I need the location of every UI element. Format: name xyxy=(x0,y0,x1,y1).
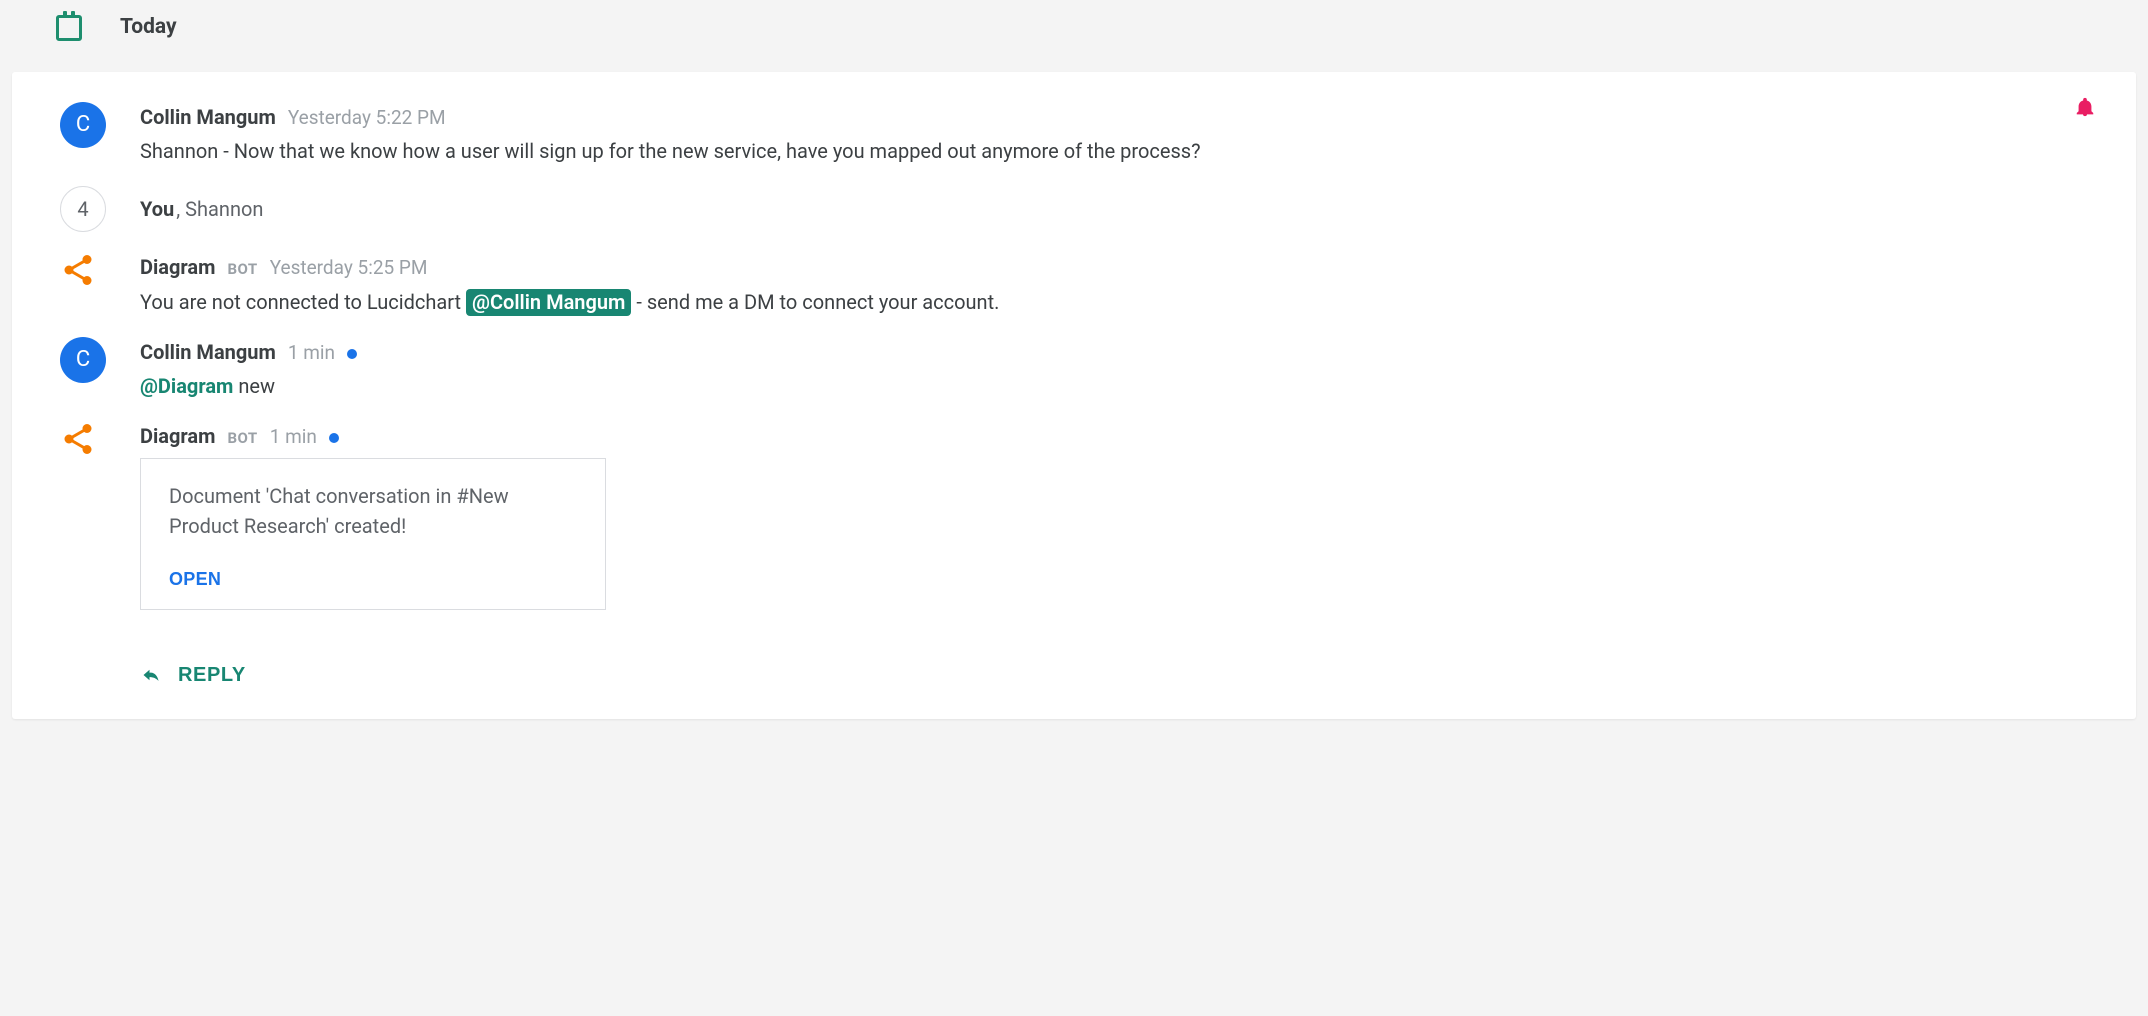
reply-row: REPLY xyxy=(12,628,2136,695)
timestamp: 1 min xyxy=(288,339,335,368)
bot-badge: BOT xyxy=(227,427,257,450)
message-text: Shannon - Now that we know how a user wi… xyxy=(140,136,2088,166)
bot-badge: BOT xyxy=(227,258,257,281)
date-header: Today xyxy=(0,0,2148,56)
timestamp: Yesterday 5:22 PM xyxy=(288,104,446,133)
message-row: C Collin Mangum 1 min @Diagram new xyxy=(12,335,2136,420)
share-icon[interactable] xyxy=(60,252,96,296)
avatar[interactable]: C xyxy=(60,337,106,383)
document-card: Document 'Chat conversation in #New Prod… xyxy=(140,458,606,610)
mention-pill[interactable]: @Collin Mangum xyxy=(466,289,631,316)
open-document-button[interactable]: OPEN xyxy=(169,569,221,590)
new-dot-icon xyxy=(347,349,357,359)
message-text: You are not connected to Lucidchart @Col… xyxy=(140,287,2088,317)
read-you: You xyxy=(140,194,174,224)
avatar[interactable]: C xyxy=(60,102,106,148)
notification-bell-icon[interactable] xyxy=(2074,96,2096,120)
mention-link[interactable]: @Diagram xyxy=(140,374,233,398)
thread-card: C Collin Mangum Yesterday 5:22 PM Shanno… xyxy=(12,72,2136,719)
avatar-count[interactable]: 4 xyxy=(60,186,106,232)
date-label: Today xyxy=(120,12,177,44)
reply-arrow-icon xyxy=(140,666,162,684)
reply-label: REPLY xyxy=(178,664,246,687)
timestamp: Yesterday 5:25 PM xyxy=(270,254,428,283)
author-name[interactable]: Diagram xyxy=(140,252,215,282)
author-name[interactable]: Diagram xyxy=(140,421,215,451)
author-name[interactable]: Collin Mangum xyxy=(140,102,276,132)
read-others: , Shannon xyxy=(176,194,263,224)
new-dot-icon xyxy=(329,433,339,443)
document-card-text: Document 'Chat conversation in #New Prod… xyxy=(169,481,577,541)
share-icon[interactable] xyxy=(60,421,96,465)
reply-button[interactable]: REPLY xyxy=(140,664,246,687)
message-text: @Diagram new xyxy=(140,371,2088,401)
message-row: Diagram BOT Yesterday 5:25 PM You are no… xyxy=(12,250,2136,335)
message-row: C Collin Mangum Yesterday 5:22 PM Shanno… xyxy=(12,100,2136,185)
author-name[interactable]: Collin Mangum xyxy=(140,337,276,367)
calendar-icon xyxy=(56,15,82,41)
timestamp: 1 min xyxy=(270,423,317,452)
read-receipt-row: 4 You, Shannon xyxy=(12,184,2136,250)
message-row: Diagram BOT 1 min Document 'Chat convers… xyxy=(12,419,2136,628)
